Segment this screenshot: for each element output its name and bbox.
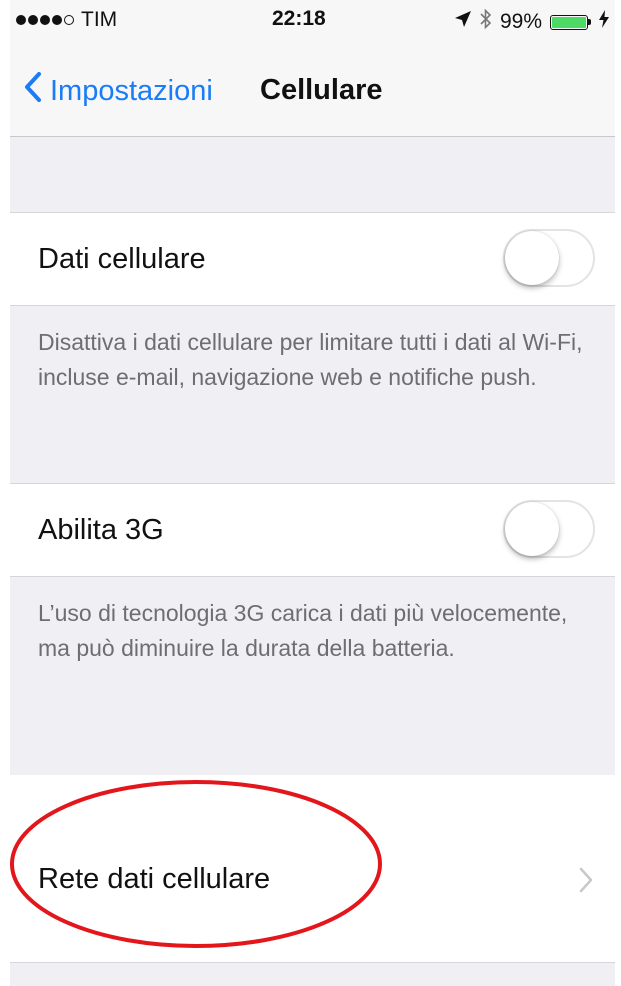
cellular-network-label: Rete dati cellulare bbox=[38, 863, 271, 895]
bluetooth-icon bbox=[480, 8, 492, 36]
signal-dot bbox=[40, 15, 50, 25]
enable-3g-label: Abilita 3G bbox=[38, 514, 164, 546]
chevron-right-icon bbox=[579, 867, 593, 898]
signal-dot bbox=[28, 15, 38, 25]
signal-dot-empty bbox=[64, 15, 74, 25]
enable-3g-footnote: L’uso di tecnologia 3G carica i dati più… bbox=[38, 600, 568, 661]
battery-fill bbox=[552, 16, 586, 28]
settings-screen: TIM 22:18 99% Impostazioni Cellulare Dat… bbox=[10, 0, 615, 986]
status-right: 99% bbox=[454, 8, 609, 36]
screen: TIM 22:18 99% Impostazioni Cellulare Dat… bbox=[0, 0, 621, 986]
enable-3g-row: Abilita 3G bbox=[10, 483, 615, 577]
cellular-data-row: Dati cellulare bbox=[10, 212, 615, 306]
cellular-network-row[interactable]: Rete dati cellulare bbox=[10, 775, 615, 963]
signal-dot bbox=[16, 15, 26, 25]
cellular-data-label: Dati cellulare bbox=[38, 243, 206, 275]
cellular-data-footnote: Disattiva i dati cellulare per limitare … bbox=[38, 329, 583, 390]
enable-3g-toggle[interactable] bbox=[503, 500, 595, 558]
cellular-data-toggle[interactable] bbox=[503, 229, 595, 287]
battery-body bbox=[550, 14, 588, 30]
signal-dot bbox=[52, 15, 62, 25]
navigation-bar: Impostazioni Cellulare bbox=[10, 44, 615, 137]
status-bar: TIM 22:18 99% bbox=[10, 0, 615, 44]
battery-tip bbox=[588, 19, 591, 25]
charging-bolt-icon bbox=[599, 10, 609, 34]
back-button-label: Impostazioni bbox=[50, 74, 213, 107]
signal-strength: TIM bbox=[16, 8, 117, 32]
back-button[interactable]: Impostazioni bbox=[24, 72, 213, 110]
battery-icon bbox=[550, 14, 591, 30]
location-arrow-icon bbox=[454, 10, 472, 34]
toggle-knob bbox=[505, 231, 559, 285]
toggle-knob bbox=[505, 502, 559, 556]
status-time: 22:18 bbox=[272, 7, 326, 30]
chevron-left-icon bbox=[24, 72, 42, 110]
carrier-name: TIM bbox=[81, 8, 118, 31]
page-title: Cellulare bbox=[260, 74, 383, 106]
battery-percent: 99% bbox=[499, 10, 542, 33]
